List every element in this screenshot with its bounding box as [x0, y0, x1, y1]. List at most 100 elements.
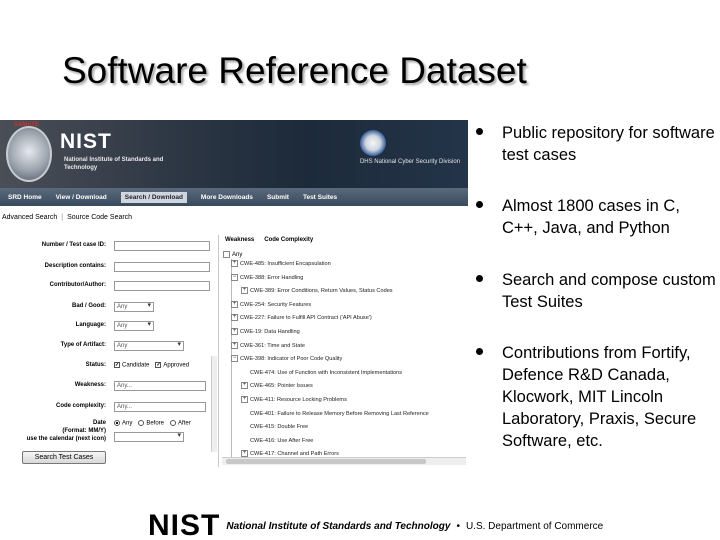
label-status: Status:: [85, 362, 106, 368]
tree-node-label: CWE-416: Use After Free: [250, 437, 314, 444]
samate-emblem-icon: [6, 126, 52, 182]
tree-node-label: CWE-465: Pointer Issues: [250, 383, 313, 390]
tree-node-label: CWE-474: Use of Function with Inconsiste…: [250, 369, 403, 376]
tree-node[interactable]: + CWE-19: Data Handling: [231, 328, 300, 335]
tree-node-label: CWE-401: Failure to Release Memory Befor…: [250, 410, 429, 417]
tree-node[interactable]: − CWE-388: Error Handling: [231, 273, 304, 281]
tree-node[interactable]: CWE-474: Use of Function with Inconsiste…: [241, 369, 402, 376]
site-header: SAMATE NIST National Institute of Standa…: [0, 120, 468, 188]
tree-node[interactable]: CWE-416: Use After Free: [241, 437, 313, 444]
date-options: Any Before After: [114, 420, 191, 427]
tree-toggle-icon[interactable]: +: [241, 287, 248, 295]
dhs-division-label: DHS National Cyber Security Division: [359, 159, 461, 165]
label-weakness: Weakness:: [74, 382, 106, 388]
status-options: ✓ Candidate ✓ Approved: [114, 362, 189, 369]
tree-node-label: CWE-19: Data Handling: [240, 328, 300, 335]
footer-nist-logo: NIST: [148, 509, 221, 540]
nav-search-download[interactable]: Search / Download: [120, 191, 187, 203]
footer-org-name: National Institute of Standards and Tech…: [226, 520, 451, 532]
tree-scrollbar[interactable]: [222, 457, 466, 465]
samate-label: SAMATE: [14, 122, 39, 128]
label-test-case-id: Number / Test case ID:: [41, 242, 106, 248]
language-select[interactable]: Any: [114, 321, 154, 331]
tree-toggle-icon[interactable]: +: [231, 260, 238, 267]
tree-toggle-icon[interactable]: +: [241, 382, 248, 390]
tree-node[interactable]: + CWE-254: Security Features: [231, 300, 312, 308]
tree-toggle-icon[interactable]: +: [231, 328, 238, 335]
bullet-text: Public repository for software test case…: [502, 124, 715, 164]
tree-node[interactable]: + CWE-485: Insufficient Encapsulation: [231, 260, 331, 267]
tree-node[interactable]: + CWE-361: Time and State: [231, 341, 305, 349]
complexity-field[interactable]: Any...: [114, 402, 206, 412]
description-input[interactable]: [114, 262, 210, 272]
tree-node[interactable]: + CWE-227: Failure to Fulfill API Contrac…: [231, 314, 372, 322]
tree-node[interactable]: − CWE-398: Indicator of Poor Code Quality: [231, 355, 343, 363]
date-before-option[interactable]: Before: [138, 420, 164, 427]
label-code-complexity: Code complexity:: [55, 403, 106, 409]
status-approved-option[interactable]: ✓ Approved: [155, 362, 189, 369]
tab-separator: |: [61, 214, 64, 221]
tree-toggle-icon[interactable]: −: [231, 355, 238, 363]
tree-node-label: CWE-389: Error Conditions, Return Values…: [250, 288, 393, 295]
tree-node-label: CWE-361: Time and State: [240, 342, 305, 349]
test-case-id-input[interactable]: [114, 241, 210, 251]
dhs-seal-icon: [360, 130, 386, 156]
tree-node-label: CWE-415: Double Free: [250, 424, 309, 431]
bullet-dot-icon: [476, 128, 483, 135]
footer-separator: •: [456, 520, 460, 532]
search-test-cases-button[interactable]: Search Test Cases: [22, 451, 106, 464]
tree-toggle-icon[interactable]: +: [241, 396, 248, 403]
slide-footer: NIST National Institute of Standards and…: [148, 509, 604, 540]
artifact-type-select[interactable]: Any: [114, 341, 184, 351]
tree-toggle-icon[interactable]: −: [231, 273, 238, 281]
bullet-text: Almost 1800 cases in C, C++, Java, and P…: [502, 197, 680, 237]
label-description: Description contains:: [44, 263, 106, 269]
tree-node-label: CWE-398: Indicator of Poor Code Quality: [240, 356, 343, 363]
label-contributor: Contributor/Author:: [49, 282, 106, 288]
samate-screenshot: SAMATE NIST National Institute of Standa…: [0, 120, 468, 468]
slide-title: Software Reference Dataset: [62, 50, 527, 91]
tree-node[interactable]: CWE-401: Failure to Release Memory Befor…: [241, 410, 429, 417]
nav-srd-home[interactable]: SRD Home: [8, 194, 42, 201]
tab-weakness[interactable]: Weakness: [225, 237, 254, 243]
tree-node-label: CWE-411: Resource Locking Problems: [250, 396, 347, 403]
label-bad-good: Bad / Good:: [72, 303, 106, 309]
nav-more-downloads[interactable]: More Downloads: [201, 194, 253, 201]
form-scrollbar[interactable]: [211, 356, 217, 452]
search-tabs: Advanced Search | Source Code Search: [2, 214, 132, 221]
bad-good-select[interactable]: Any: [114, 302, 154, 312]
footer-department: U.S. Department of Commerce: [465, 520, 604, 532]
tree-toggle-icon[interactable]: +: [231, 314, 238, 322]
tree-node[interactable]: CWE-415: Double Free: [241, 423, 308, 430]
nav-test-suites[interactable]: Test Suites: [303, 194, 337, 201]
tab-source-code-search[interactable]: Source Code Search: [67, 214, 132, 221]
tab-code-complexity[interactable]: Code Complexity: [264, 237, 313, 243]
date-input[interactable]: [114, 432, 184, 442]
label-language: Language:: [75, 322, 106, 328]
tree-toggle-icon[interactable]: +: [231, 341, 238, 349]
status-candidate-option[interactable]: ✓ Candidate: [114, 362, 149, 369]
tree-toggle-icon[interactable]: +: [231, 300, 238, 308]
nav-view-download[interactable]: View / Download: [56, 194, 107, 201]
nav-submit[interactable]: Submit: [267, 194, 289, 201]
tree-node-label: CWE-485: Insufficient Encapsulation: [240, 260, 331, 267]
date-any-option[interactable]: Any: [114, 420, 132, 427]
date-after-option[interactable]: After: [170, 420, 191, 427]
tree-node[interactable]: + CWE-411: Resource Locking Problems: [241, 396, 347, 403]
weakness-field[interactable]: Any...: [114, 381, 206, 391]
tree-node-label: CWE-254: Security Features: [240, 301, 312, 308]
bullet-text: Contributions from Fortify, Defence R&D …: [502, 344, 697, 450]
bullet-dot-icon: [476, 201, 483, 208]
tab-advanced-search[interactable]: Advanced Search: [2, 214, 57, 221]
nist-logo[interactable]: NIST: [60, 130, 112, 154]
label-date-format: (Format: MM/Y): [62, 428, 106, 434]
tree-any-node[interactable]: Any: [223, 251, 242, 258]
tree-node[interactable]: + CWE-465: Pointer Issues: [241, 382, 313, 390]
label-date: Date: [92, 420, 106, 426]
contributor-input[interactable]: [114, 281, 210, 291]
label-calendar-hint: use the calendar (next icon): [26, 436, 106, 442]
nist-subtitle: National Institute of Standards and Tech…: [64, 157, 164, 171]
tree-node[interactable]: + CWE-389: Error Conditions, Return Value…: [241, 287, 393, 295]
tree-node-label: CWE-388: Error Handling: [240, 274, 304, 281]
label-artifact-type: Type of Artifact:: [60, 342, 106, 348]
